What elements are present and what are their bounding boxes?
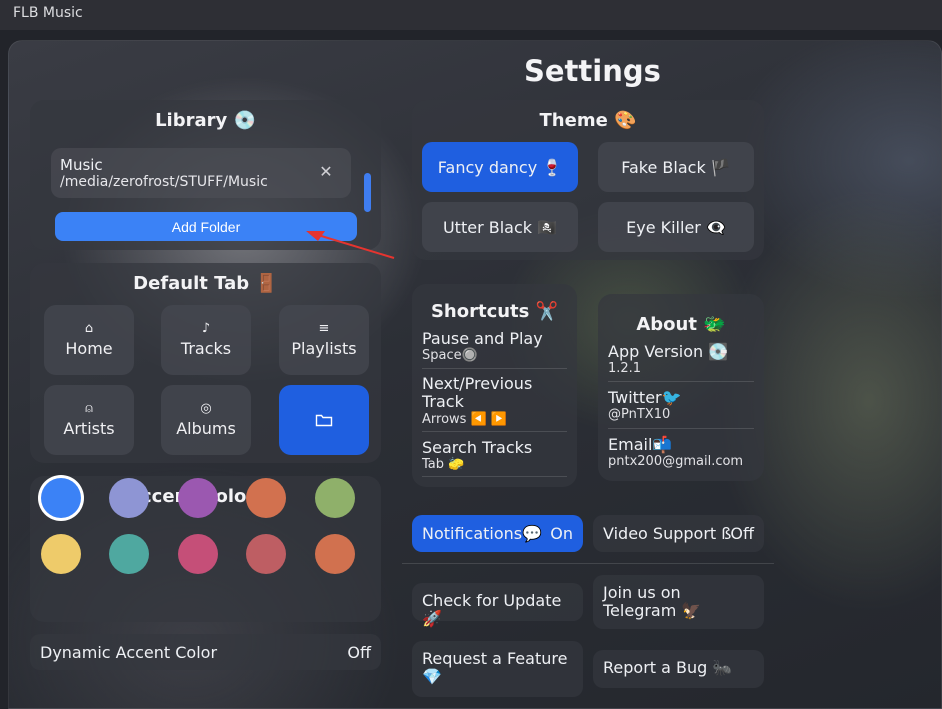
default-tab-title: Default Tab 🚪 bbox=[133, 273, 278, 294]
tab-label: Playlists bbox=[291, 339, 357, 358]
about-twitter[interactable]: Twitter🐦 @PnTX10 bbox=[608, 388, 682, 422]
about-value: pntx200@gmail.com bbox=[608, 454, 744, 469]
default-tab-home[interactable]: ⌂ Home bbox=[44, 305, 134, 375]
dynamic-accent-value[interactable]: Off bbox=[347, 643, 371, 662]
default-tab-folders[interactable] bbox=[279, 385, 369, 455]
about-label: Email📬 bbox=[608, 435, 673, 454]
notifications-value: On bbox=[550, 524, 573, 543]
music-note-icon: ♪ bbox=[201, 321, 211, 336]
theme-eye-killer[interactable]: Eye Killer 👁‍🗨 bbox=[598, 202, 754, 252]
shortcut-pause-play: Pause and Play Space🔘 bbox=[422, 329, 543, 363]
notifications-toggle[interactable]: Notifications💬 On bbox=[412, 515, 583, 552]
library-scrollbar[interactable] bbox=[364, 173, 371, 212]
divider bbox=[402, 563, 774, 564]
playlist-icon: ≡ bbox=[318, 321, 330, 336]
dynamic-accent-row[interactable]: Dynamic Accent Color Off bbox=[30, 634, 381, 670]
telegram-button[interactable]: Join us on Telegram 🦅 bbox=[593, 575, 764, 629]
person-icon: ⍝ bbox=[85, 401, 93, 416]
video-support-toggle[interactable]: Video Support ß Off bbox=[593, 515, 764, 552]
about-email[interactable]: Email📬 pntx200@gmail.com bbox=[608, 435, 743, 469]
default-tab-playlists[interactable]: ≡ Playlists bbox=[279, 305, 369, 375]
divider bbox=[422, 431, 567, 432]
folder-path: /media/zerofrost/STUFF/Music bbox=[60, 174, 268, 190]
divider bbox=[608, 428, 754, 429]
divider bbox=[422, 368, 567, 369]
app-title: FLB Music bbox=[13, 5, 83, 21]
shortcut-action: Search Tracks bbox=[422, 438, 533, 457]
report-bug-button[interactable]: Report a Bug 🐜 bbox=[593, 650, 764, 688]
disc-icon: ◎ bbox=[200, 401, 212, 416]
shortcuts-panel: Shortcuts ✂️ Pause and Play Space🔘 Next/… bbox=[412, 284, 577, 487]
video-support-label: Video Support ß bbox=[603, 524, 732, 543]
accent-swatch[interactable] bbox=[246, 478, 286, 518]
about-value: @PnTX10 bbox=[608, 407, 671, 422]
default-tab-albums[interactable]: ◎ Albums bbox=[161, 385, 251, 455]
dynamic-accent-label: Dynamic Accent Color bbox=[40, 643, 218, 662]
accent-swatch[interactable] bbox=[41, 534, 81, 574]
folder-name: Music bbox=[60, 156, 103, 174]
request-feature-button[interactable]: Request a Feature 💎 bbox=[412, 641, 583, 697]
shortcut-action: Next/Previous Track bbox=[422, 374, 533, 411]
default-tab-tracks[interactable]: ♪ Tracks bbox=[161, 305, 251, 375]
accent-swatch[interactable] bbox=[315, 534, 355, 574]
shortcuts-title: Shortcuts ✂️ bbox=[430, 301, 559, 322]
divider bbox=[422, 476, 567, 477]
accent-swatch[interactable] bbox=[178, 534, 218, 574]
about-label: App Version 💽 bbox=[608, 342, 729, 361]
accent-swatch[interactable] bbox=[315, 478, 355, 518]
tab-label: Tracks bbox=[180, 339, 232, 358]
theme-title: Theme 🎨 bbox=[539, 110, 637, 131]
tab-label: Albums bbox=[176, 419, 236, 438]
shortcut-search-tracks: Search Tracks Tab 🧽 bbox=[422, 438, 532, 472]
accent-swatch[interactable] bbox=[109, 534, 149, 574]
window-titlebar: FLB Music bbox=[0, 0, 942, 30]
notifications-label: Notifications💬 bbox=[422, 524, 543, 543]
theme-fake-black[interactable]: Fake Black 🏴 bbox=[598, 142, 754, 192]
folder-icon bbox=[315, 414, 333, 427]
theme-utter-black[interactable]: Utter Black 🏴‍☠️ bbox=[422, 202, 578, 252]
shortcut-key: Arrows ◀️ ▶️ bbox=[422, 412, 508, 427]
accent-swatch[interactable] bbox=[109, 478, 149, 518]
library-title: Library 💿 bbox=[155, 110, 256, 131]
about-app-version: App Version 💽 1.2.1 bbox=[608, 342, 728, 376]
shortcut-key: Tab 🧽 bbox=[422, 457, 465, 472]
remove-folder-close-icon[interactable]: ✕ bbox=[318, 164, 334, 180]
about-label: Twitter🐦 bbox=[608, 388, 682, 407]
about-value: 1.2.1 bbox=[608, 361, 642, 376]
shortcut-next-previous: Next/Previous Track Arrows ◀️ ▶️ bbox=[422, 375, 562, 429]
accent-swatch[interactable] bbox=[246, 534, 286, 574]
video-support-value: Off bbox=[730, 524, 754, 543]
about-title: About 🐲 bbox=[636, 314, 726, 335]
page-title: Settings bbox=[524, 54, 661, 88]
accent-swatch[interactable] bbox=[41, 478, 81, 518]
settings-window: Settings Library 💿 Music /media/zerofros… bbox=[8, 40, 942, 709]
divider bbox=[608, 381, 754, 382]
theme-fancy-dancy[interactable]: Fancy dancy 🍷 bbox=[422, 142, 578, 192]
shortcut-key: Space🔘 bbox=[422, 348, 478, 363]
accent-swatch[interactable] bbox=[178, 478, 218, 518]
add-folder-button[interactable]: Add Folder bbox=[55, 212, 357, 241]
default-tab-artists[interactable]: ⍝ Artists bbox=[44, 385, 134, 455]
check-update-button[interactable]: Check for Update 🚀 bbox=[412, 583, 583, 628]
tab-label: Home bbox=[65, 339, 113, 358]
about-panel: About 🐲 App Version 💽 1.2.1 Twitter🐦 @Pn… bbox=[598, 294, 764, 481]
library-folder-row[interactable]: Music /media/zerofrost/STUFF/Music ✕ bbox=[51, 148, 351, 198]
shortcut-action: Pause and Play bbox=[422, 329, 543, 348]
tab-label: Artists bbox=[63, 419, 115, 438]
home-icon: ⌂ bbox=[84, 321, 94, 336]
